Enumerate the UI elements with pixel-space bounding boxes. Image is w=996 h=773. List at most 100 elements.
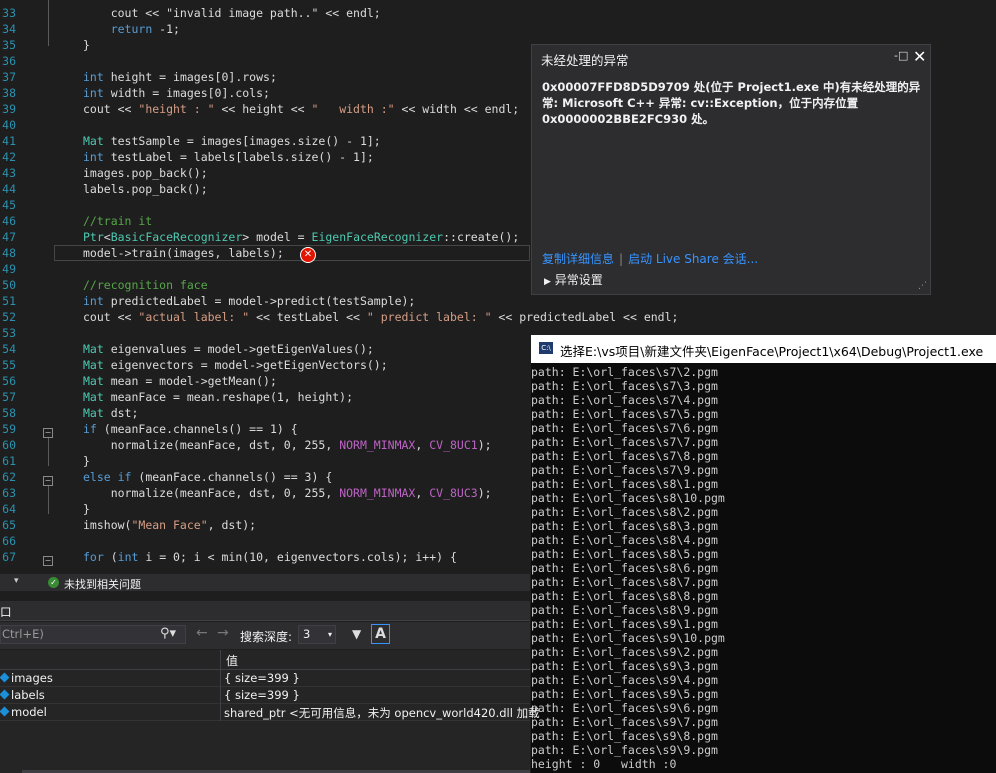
variable-name: labels	[11, 688, 45, 702]
table-row[interactable]: images { size=399 }	[0, 670, 530, 687]
search-input[interactable]: Ctrl+E)	[0, 625, 186, 644]
code-line[interactable]: }	[83, 501, 90, 517]
code-line[interactable]: return -1;	[83, 21, 180, 37]
line-number: 37	[2, 70, 16, 84]
exception-title: 未经处理的异常	[541, 53, 629, 68]
resize-grip-icon[interactable]: ⋰	[918, 281, 927, 291]
table-row[interactable]: model shared_ptr <无可用信息，未为 opencv_world4…	[0, 704, 540, 721]
line-number: 44	[2, 182, 16, 196]
code-line[interactable]: normalize(meanFace, dst, 0, 255, NORM_MI…	[83, 485, 492, 501]
console-line: path: E:\orl_faces\s9\7.pgm	[531, 715, 718, 729]
line-number: 34	[2, 22, 16, 36]
code-line[interactable]: normalize(meanFace, dst, 0, 255, NORM_MI…	[83, 437, 492, 453]
code-line[interactable]: Mat testSample = images[images.size() - …	[83, 133, 381, 149]
pin-icon[interactable]: -□	[894, 49, 908, 62]
fold-toggle-if[interactable]: −	[43, 428, 53, 438]
code-line[interactable]: Mat eigenvalues = model->getEigenValues(…	[83, 341, 374, 357]
console-titlebar[interactable]: C:\ 选择E:\vs项目\新建文件夹\EigenFace\Project1\x…	[531, 335, 996, 363]
line-number: 35	[2, 38, 16, 52]
close-icon[interactable]: ✕	[913, 47, 926, 66]
dropdown-arrow-icon[interactable]: ▾	[14, 576, 19, 586]
current-line-highlight	[54, 245, 530, 261]
console-line: path: E:\orl_faces\s7\9.pgm	[531, 463, 718, 477]
line-number: 47	[2, 230, 16, 244]
console-line: path: E:\orl_faces\s7\5.pgm	[531, 407, 718, 421]
column-divider	[220, 687, 221, 704]
column-divider	[220, 670, 221, 687]
column-divider[interactable]	[220, 650, 221, 670]
code-line[interactable]: Mat mean = model->getMean();	[83, 373, 277, 389]
code-line[interactable]: }	[83, 453, 90, 469]
code-line[interactable]: images.pop_back();	[83, 165, 208, 181]
code-line[interactable]: int width = images[0].cols;	[83, 85, 270, 101]
console-line: path: E:\orl_faces\s8\7.pgm	[531, 575, 718, 589]
exception-popup: 未经处理的异常 -□ ✕ 0x00007FFD8D5D9709 处(位于 Pro…	[531, 44, 931, 295]
line-number: 53	[2, 326, 16, 340]
view-format-icon[interactable]: A	[371, 624, 390, 644]
console-line: path: E:\orl_faces\s8\3.pgm	[531, 519, 718, 533]
line-number: 59	[2, 422, 16, 436]
console-line: path: E:\orl_faces\s9\8.pgm	[531, 729, 718, 743]
locals-title: 口	[0, 605, 12, 619]
live-share-link[interactable]: 启动 Live Share 会话...	[628, 252, 758, 266]
variable-icon	[0, 689, 10, 700]
status-text: 未找到相关问题	[64, 578, 141, 591]
filter-icon[interactable]: ▼	[352, 627, 361, 641]
code-line[interactable]: Mat meanFace = mean.reshape(1, height);	[83, 389, 353, 405]
code-line[interactable]: //recognition face	[83, 277, 208, 293]
console-line: path: E:\orl_faces\s7\6.pgm	[531, 421, 718, 435]
variable-value: { size=399 }	[224, 688, 300, 702]
copy-details-link[interactable]: 复制详细信息	[542, 252, 614, 266]
code-line[interactable]: Ptr<BasicFaceRecognizer> model = EigenFa…	[83, 229, 519, 245]
console-line: path: E:\orl_faces\s7\7.pgm	[531, 435, 718, 449]
line-number: 60	[2, 438, 16, 452]
console-output[interactable]: path: E:\orl_faces\s7\2.pgm path: E:\orl_…	[531, 363, 996, 773]
search-depth-select[interactable]: 3 ▾	[298, 625, 336, 644]
variable-name: model	[11, 705, 47, 719]
code-line[interactable]: cout << "invalid image path.." << endl;	[83, 5, 381, 21]
console-line: path: E:\orl_faces\s8\2.pgm	[531, 505, 718, 519]
code-line[interactable]: cout << "actual label: " << testLabel <<…	[83, 309, 678, 325]
code-line[interactable]: imshow("Mean Face", dst);	[83, 517, 256, 533]
console-line: path: E:\orl_faces\s8\8.pgm	[531, 589, 718, 603]
code-line[interactable]: if (meanFace.channels() == 1) {	[83, 421, 298, 437]
console-line: path: E:\orl_faces\s9\1.pgm	[531, 617, 718, 631]
line-number: 49	[2, 262, 16, 276]
code-line[interactable]: Mat dst;	[83, 405, 138, 421]
exception-message: 0x00007FFD8D5D9709 处(位于 Project1.exe 中)有…	[542, 80, 921, 126]
code-line[interactable]: for (int i = 0; i < min(10, eigenvectors…	[83, 549, 457, 565]
column-value-header[interactable]: 值	[226, 652, 238, 669]
link-separator: |	[619, 252, 624, 266]
code-line[interactable]: else if (meanFace.channels() == 3) {	[83, 469, 332, 485]
code-line-text: cout << "invalid image path.." << endl;	[83, 6, 381, 20]
table-row[interactable]: labels { size=399 }	[0, 687, 530, 704]
line-number: 63	[2, 486, 16, 500]
line-number: 62	[2, 470, 16, 484]
code-line[interactable]: int predictedLabel = model->predict(test…	[83, 293, 415, 309]
check-circle-icon: ✓	[48, 577, 59, 588]
back-arrow-icon[interactable]: ←	[196, 625, 208, 641]
line-number: 66	[2, 534, 16, 548]
forward-arrow-icon[interactable]: →	[217, 625, 229, 641]
search-icon[interactable]: ⚲▾	[160, 626, 176, 641]
line-number: 50	[2, 278, 16, 292]
console-line: path: E:\orl_faces\s8\9.pgm	[531, 603, 718, 617]
fold-toggle-else-if[interactable]: −	[43, 476, 53, 486]
code-line[interactable]: Mat eigenvectors = model->getEigenVector…	[83, 357, 388, 373]
code-line[interactable]: int height = images[0].rows;	[83, 69, 277, 85]
error-icon[interactable]: ✕	[300, 247, 316, 263]
code-line[interactable]: cout << "height : " << height << " width…	[83, 101, 519, 117]
exception-settings-toggle[interactable]: ▶ 异常设置	[544, 271, 603, 288]
line-number: 67	[2, 550, 16, 564]
line-number: 46	[2, 214, 16, 228]
fold-toggle-for[interactable]: −	[43, 556, 53, 566]
code-line[interactable]: labels.pop_back();	[83, 181, 208, 197]
exception-settings-label: 异常设置	[554, 273, 603, 287]
code-line[interactable]: //train it	[83, 213, 152, 229]
code-line[interactable]: int testLabel = labels[labels.size() - 1…	[83, 149, 374, 165]
variable-value: shared_ptr <无可用信息，未为 opencv_world420.dll…	[224, 706, 540, 720]
console-app-icon: C:\	[539, 342, 553, 354]
code-line[interactable]: }	[83, 37, 90, 53]
console-line: path: E:\orl_faces\s7\8.pgm	[531, 449, 718, 463]
line-number: 55	[2, 358, 16, 372]
